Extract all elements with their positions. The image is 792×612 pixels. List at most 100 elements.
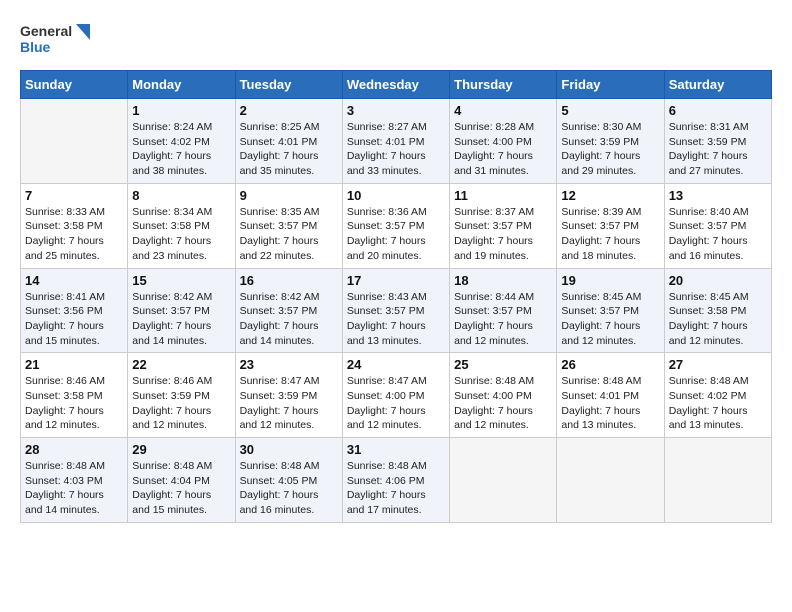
header-cell-monday: Monday: [128, 71, 235, 99]
day-number: 14: [25, 273, 123, 288]
calendar-cell: 17Sunrise: 8:43 AM Sunset: 3:57 PM Dayli…: [342, 268, 449, 353]
calendar-cell: [557, 438, 664, 523]
day-info: Sunrise: 8:24 AM Sunset: 4:02 PM Dayligh…: [132, 120, 230, 179]
calendar-table: SundayMondayTuesdayWednesdayThursdayFrid…: [20, 70, 772, 523]
calendar-cell: 31Sunrise: 8:48 AM Sunset: 4:06 PM Dayli…: [342, 438, 449, 523]
day-info: Sunrise: 8:48 AM Sunset: 4:02 PM Dayligh…: [669, 374, 767, 433]
day-number: 23: [240, 357, 338, 372]
day-info: Sunrise: 8:41 AM Sunset: 3:56 PM Dayligh…: [25, 290, 123, 349]
day-number: 6: [669, 103, 767, 118]
day-info: Sunrise: 8:47 AM Sunset: 4:00 PM Dayligh…: [347, 374, 445, 433]
day-number: 15: [132, 273, 230, 288]
day-number: 16: [240, 273, 338, 288]
day-info: Sunrise: 8:36 AM Sunset: 3:57 PM Dayligh…: [347, 205, 445, 264]
day-number: 21: [25, 357, 123, 372]
day-number: 9: [240, 188, 338, 203]
day-number: 20: [669, 273, 767, 288]
header-cell-friday: Friday: [557, 71, 664, 99]
day-number: 27: [669, 357, 767, 372]
calendar-cell: 27 Sunrise: 8:48 AM Sunset: 4:02 PM Dayli…: [664, 353, 771, 438]
day-info: Sunrise: 8:35 AM Sunset: 3:57 PM Dayligh…: [240, 205, 338, 264]
calendar-cell: 12 Sunrise: 8:39 AM Sunset: 3:57 PM Dayli…: [557, 183, 664, 268]
logo-icon: GeneralBlue: [20, 20, 100, 60]
calendar-cell: 10 Sunrise: 8:36 AM Sunset: 3:57 PM Dayli…: [342, 183, 449, 268]
day-info: Sunrise: 8:28 AM Sunset: 4:00 PM Dayligh…: [454, 120, 552, 179]
day-number: 13: [669, 188, 767, 203]
svg-text:Blue: Blue: [20, 39, 51, 55]
day-number: 30: [240, 442, 338, 457]
day-number: 29: [132, 442, 230, 457]
calendar-cell: 9 Sunrise: 8:35 AM Sunset: 3:57 PM Daylig…: [235, 183, 342, 268]
calendar-cell: 26 Sunrise: 8:48 AM Sunset: 4:01 PM Dayli…: [557, 353, 664, 438]
calendar-cell: 23 Sunrise: 8:47 AM Sunset: 3:59 PM Dayli…: [235, 353, 342, 438]
day-number: 4: [454, 103, 552, 118]
calendar-cell: 28 Sunrise: 8:48 AM Sunset: 4:03 PM Dayli…: [21, 438, 128, 523]
day-number: 5: [561, 103, 659, 118]
calendar-cell: 24 Sunrise: 8:47 AM Sunset: 4:00 PM Dayli…: [342, 353, 449, 438]
calendar-cell: [21, 99, 128, 184]
day-number: 18: [454, 273, 552, 288]
day-number: 26: [561, 357, 659, 372]
calendar-cell: [450, 438, 557, 523]
day-info: Sunrise: 8:46 AM Sunset: 3:58 PM Dayligh…: [25, 374, 123, 433]
calendar-cell: 14 Sunrise: 8:41 AM Sunset: 3:56 PM Dayli…: [21, 268, 128, 353]
calendar-week-row: 28 Sunrise: 8:48 AM Sunset: 4:03 PM Dayli…: [21, 438, 772, 523]
day-info: Sunrise: 8:42 AM Sunset: 3:57 PM Dayligh…: [240, 290, 338, 349]
day-number: 19: [561, 273, 659, 288]
calendar-cell: 6 Sunrise: 8:31 AM Sunset: 3:59 PM Daylig…: [664, 99, 771, 184]
day-info: Sunrise: 8:27 AM Sunset: 4:01 PM Dayligh…: [347, 120, 445, 179]
day-info: Sunrise: 8:37 AM Sunset: 3:57 PM Dayligh…: [454, 205, 552, 264]
day-number: 8: [132, 188, 230, 203]
day-info: Sunrise: 8:34 AM Sunset: 3:58 PM Dayligh…: [132, 205, 230, 264]
day-number: 11: [454, 188, 552, 203]
day-number: 24: [347, 357, 445, 372]
page-header: GeneralBlue: [20, 20, 772, 60]
day-info: Sunrise: 8:44 AM Sunset: 3:57 PM Dayligh…: [454, 290, 552, 349]
calendar-cell: 25Sunrise: 8:48 AM Sunset: 4:00 PM Dayli…: [450, 353, 557, 438]
calendar-cell: 15 Sunrise: 8:42 AM Sunset: 3:57 PM Dayli…: [128, 268, 235, 353]
calendar-cell: 5 Sunrise: 8:30 AM Sunset: 3:59 PM Daylig…: [557, 99, 664, 184]
calendar-cell: 11 Sunrise: 8:37 AM Sunset: 3:57 PM Dayli…: [450, 183, 557, 268]
day-info: Sunrise: 8:48 AM Sunset: 4:04 PM Dayligh…: [132, 459, 230, 518]
day-info: Sunrise: 8:30 AM Sunset: 3:59 PM Dayligh…: [561, 120, 659, 179]
day-info: Sunrise: 8:48 AM Sunset: 4:05 PM Dayligh…: [240, 459, 338, 518]
calendar-cell: 20Sunrise: 8:45 AM Sunset: 3:58 PM Dayli…: [664, 268, 771, 353]
day-info: Sunrise: 8:40 AM Sunset: 3:57 PM Dayligh…: [669, 205, 767, 264]
day-info: Sunrise: 8:42 AM Sunset: 3:57 PM Dayligh…: [132, 290, 230, 349]
day-number: 28: [25, 442, 123, 457]
day-number: 1: [132, 103, 230, 118]
header-row: SundayMondayTuesdayWednesdayThursdayFrid…: [21, 71, 772, 99]
day-number: 12: [561, 188, 659, 203]
calendar-body: 1 Sunrise: 8:24 AM Sunset: 4:02 PM Daylig…: [21, 99, 772, 523]
calendar-week-row: 1 Sunrise: 8:24 AM Sunset: 4:02 PM Daylig…: [21, 99, 772, 184]
calendar-cell: 7 Sunrise: 8:33 AM Sunset: 3:58 PM Daylig…: [21, 183, 128, 268]
day-number: 10: [347, 188, 445, 203]
day-number: 17: [347, 273, 445, 288]
day-info: Sunrise: 8:31 AM Sunset: 3:59 PM Dayligh…: [669, 120, 767, 179]
day-number: 22: [132, 357, 230, 372]
svg-text:General: General: [20, 23, 72, 39]
header-cell-tuesday: Tuesday: [235, 71, 342, 99]
day-info: Sunrise: 8:33 AM Sunset: 3:58 PM Dayligh…: [25, 205, 123, 264]
day-number: 3: [347, 103, 445, 118]
header-cell-sunday: Sunday: [21, 71, 128, 99]
calendar-cell: 2Sunrise: 8:25 AM Sunset: 4:01 PM Daylig…: [235, 99, 342, 184]
day-info: Sunrise: 8:48 AM Sunset: 4:01 PM Dayligh…: [561, 374, 659, 433]
day-info: Sunrise: 8:47 AM Sunset: 3:59 PM Dayligh…: [240, 374, 338, 433]
calendar-cell: 13 Sunrise: 8:40 AM Sunset: 3:57 PM Dayli…: [664, 183, 771, 268]
calendar-week-row: 14 Sunrise: 8:41 AM Sunset: 3:56 PM Dayli…: [21, 268, 772, 353]
calendar-cell: 8 Sunrise: 8:34 AM Sunset: 3:58 PM Daylig…: [128, 183, 235, 268]
day-info: Sunrise: 8:48 AM Sunset: 4:03 PM Dayligh…: [25, 459, 123, 518]
calendar-cell: [664, 438, 771, 523]
day-number: 7: [25, 188, 123, 203]
day-info: Sunrise: 8:48 AM Sunset: 4:06 PM Dayligh…: [347, 459, 445, 518]
calendar-cell: 1 Sunrise: 8:24 AM Sunset: 4:02 PM Daylig…: [128, 99, 235, 184]
calendar-cell: 16 Sunrise: 8:42 AM Sunset: 3:57 PM Dayli…: [235, 268, 342, 353]
day-info: Sunrise: 8:39 AM Sunset: 3:57 PM Dayligh…: [561, 205, 659, 264]
calendar-cell: 18 Sunrise: 8:44 AM Sunset: 3:57 PM Dayli…: [450, 268, 557, 353]
day-info: Sunrise: 8:45 AM Sunset: 3:57 PM Dayligh…: [561, 290, 659, 349]
calendar-cell: 19 Sunrise: 8:45 AM Sunset: 3:57 PM Dayli…: [557, 268, 664, 353]
day-info: Sunrise: 8:48 AM Sunset: 4:00 PM Dayligh…: [454, 374, 552, 433]
calendar-cell: 4 Sunrise: 8:28 AM Sunset: 4:00 PM Daylig…: [450, 99, 557, 184]
header-cell-wednesday: Wednesday: [342, 71, 449, 99]
